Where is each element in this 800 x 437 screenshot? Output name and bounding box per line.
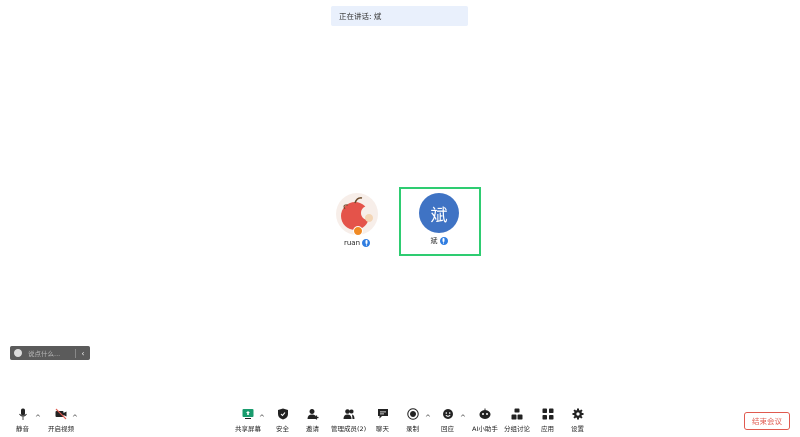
chat-input-pill[interactable]: 说点什么... ‹	[10, 346, 90, 360]
invite-button[interactable]: 邀请	[306, 408, 319, 433]
share-screen-button[interactable]: 共享屏幕	[235, 408, 261, 433]
collapse-icon[interactable]: ‹	[76, 349, 90, 358]
chevron-up-icon[interactable]: ^	[35, 414, 41, 422]
record-button[interactable]: 录制	[406, 408, 419, 433]
breakout-rooms-icon	[511, 408, 523, 420]
manage-participants-button[interactable]: 管理成员(2)	[331, 408, 366, 433]
participant-tile-bin[interactable]: 斌 斌	[419, 193, 459, 246]
participants-icon	[343, 409, 355, 419]
start-video-button[interactable]: 开启视频	[48, 408, 74, 433]
chevron-up-icon[interactable]: ^	[72, 414, 78, 422]
apps-button[interactable]: 应用	[541, 408, 554, 433]
chat-bubble-icon	[377, 409, 388, 419]
chat-button[interactable]: 聊天	[376, 408, 389, 433]
mic-icon	[439, 237, 448, 245]
emoji-icon[interactable]	[14, 349, 22, 357]
mic-icon	[362, 239, 371, 247]
shield-icon	[277, 408, 288, 420]
video-off-icon	[55, 408, 67, 420]
text-avatar: 斌	[419, 193, 459, 233]
chevron-up-icon[interactable]: ^	[460, 414, 466, 422]
share-screen-icon	[242, 409, 254, 419]
reaction-button[interactable]: 回应	[441, 408, 454, 433]
mute-button[interactable]: 静音	[16, 408, 29, 433]
chat-placeholder: 说点什么...	[28, 350, 61, 358]
participant-tile-ruan[interactable]: ruan	[336, 193, 378, 247]
microphone-icon	[18, 408, 27, 420]
active-speaker-banner: 正在讲话: 斌	[331, 6, 468, 26]
host-badge-icon	[353, 226, 363, 236]
chevron-up-icon[interactable]: ^	[259, 414, 265, 422]
settings-button[interactable]: 设置	[571, 408, 584, 433]
chevron-up-icon[interactable]: ^	[425, 414, 431, 422]
reaction-icon	[442, 409, 453, 419]
breakout-rooms-button[interactable]: 分组讨论	[504, 408, 530, 433]
apps-grid-icon	[542, 408, 553, 420]
record-icon	[406, 408, 419, 420]
add-user-icon	[307, 409, 318, 420]
security-button[interactable]: 安全	[276, 408, 289, 433]
participant-name: 斌	[430, 237, 438, 245]
participant-name: ruan	[343, 239, 361, 247]
ai-assistant-icon	[479, 408, 491, 419]
ai-assistant-button[interactable]: AI小助手	[472, 408, 498, 433]
end-meeting-button[interactable]: 结束会议	[744, 412, 790, 430]
gear-icon	[572, 408, 583, 420]
